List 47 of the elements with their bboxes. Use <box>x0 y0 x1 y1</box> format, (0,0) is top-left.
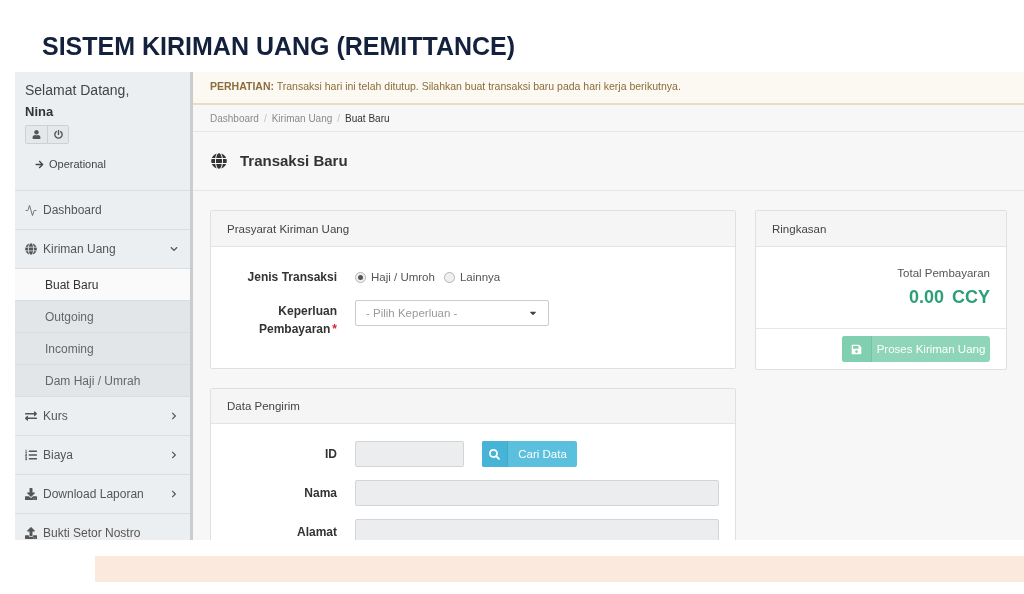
operational-link[interactable]: Operational <box>35 157 106 171</box>
logout-button[interactable] <box>47 126 68 143</box>
arrows-icon <box>25 410 37 422</box>
save-icon <box>842 336 872 362</box>
profile-button[interactable] <box>26 126 47 143</box>
breadcrumb-item[interactable]: Buat Baru <box>345 111 390 125</box>
panel-title: Ringkasan <box>772 221 827 236</box>
submenu-item[interactable]: Outgoing <box>15 301 190 333</box>
submenu-item[interactable]: Dam Haji / Umrah <box>15 365 190 397</box>
submenu-item[interactable]: Incoming <box>15 333 190 365</box>
menu-item[interactable]: Biaya <box>15 436 190 475</box>
currency-code: CCY <box>952 286 990 309</box>
radio-option[interactable]: Haji / Umroh <box>355 268 435 286</box>
field-label: Keperluan Pembayaran * <box>257 303 337 338</box>
field-label: Alamat <box>297 525 337 539</box>
power-icon <box>53 130 63 139</box>
submenu-item[interactable]: Buat Baru <box>15 269 190 301</box>
download-icon <box>25 488 37 500</box>
total-label: Total Pembayaran <box>897 266 990 281</box>
alert-message: PERHATIAN: Transaksi hari ini telah ditutup. Silahkan buat transaksi baru pada hari kerja berikutnya. <box>210 79 681 93</box>
field-label: Jenis Transaksi <box>247 269 337 286</box>
menu-item[interactable]: Dashboard <box>15 191 190 230</box>
user-name: Nina <box>25 103 54 121</box>
pulse-icon <box>25 203 37 217</box>
arrow-right-icon <box>35 159 44 169</box>
field-label: Nama <box>304 486 337 500</box>
total-amount: 0.00 <box>908 286 944 309</box>
search-icon <box>482 441 508 467</box>
page-title: Transaksi Baru <box>240 151 348 171</box>
list-icon <box>25 449 37 461</box>
breadcrumb-item[interactable]: Kiriman Uang <box>271 111 333 125</box>
upload-icon <box>25 527 37 539</box>
menu-item[interactable]: Bukti Setor Nostro <box>15 514 190 540</box>
breadcrumb-separator: / <box>263 111 267 125</box>
breadcrumb-item[interactable]: Dashboard <box>210 111 259 125</box>
menu-item[interactable]: Download Laporan <box>15 475 190 514</box>
radio-option[interactable]: Lainnya <box>443 268 501 286</box>
field-label: ID <box>325 447 337 461</box>
globe-icon <box>211 153 227 169</box>
panel-title: Prasyarat Kiriman Uang <box>227 221 350 236</box>
panel-title: Data Pengirim <box>227 399 300 413</box>
breadcrumb-separator: / <box>337 111 341 125</box>
globe-icon <box>25 243 37 255</box>
user-icon <box>32 130 41 139</box>
menu-item[interactable]: Kurs <box>15 397 190 436</box>
greeting-text: Selamat Datang, <box>25 81 130 99</box>
slide-title: SISTEM KIRIMAN UANG (REMITTANCE) <box>42 31 516 61</box>
